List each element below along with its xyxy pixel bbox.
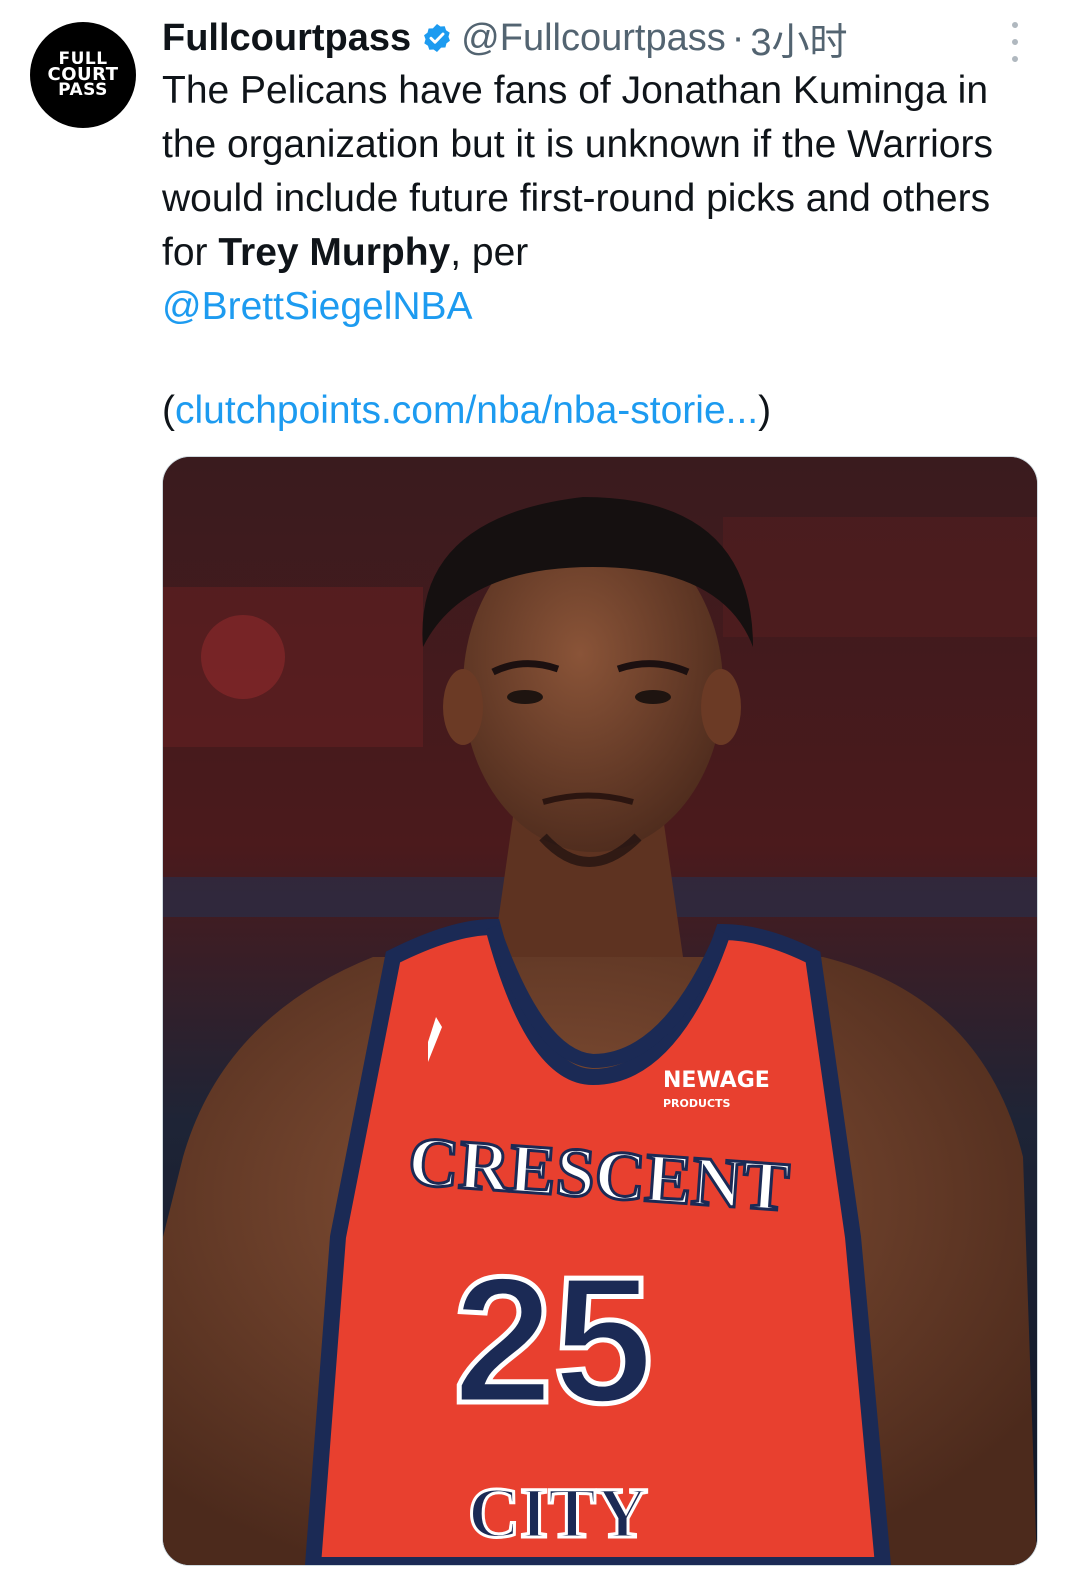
tweet-media-image[interactable]: NEWAGE PRODUCTS CRESCENT 25 CITY [162,456,1038,1566]
article-link[interactable]: clutchpoints.com/nba/nba-storie... [175,389,758,432]
avatar-text-line-3: PASS [58,80,108,101]
timestamp[interactable]: 3小时 [750,11,847,66]
avatar[interactable]: FULL COURT PASS [30,22,136,128]
article-link-line: (clutchpoints.com/nba/nba-storie...) [162,384,771,438]
more-options-icon[interactable] [1000,22,1030,62]
jersey-number: 25 [453,1240,653,1441]
separator-dot: · [731,16,745,59]
verified-badge-icon [424,24,451,52]
mention-link[interactable]: @BrettSiegelNBA [162,285,473,328]
jersey-word-bottom: CITY [468,1473,648,1553]
jersey-sponsor-line1: NEWAGE [663,1068,770,1093]
tweet-text-bold: Trey Murphy [218,231,451,274]
display-name[interactable]: Fullcourtpass [162,17,411,60]
tweet-text-part-2: , per [450,231,529,274]
handle[interactable]: @Fullcourtpass [461,17,726,60]
link-close-paren: ) [758,389,772,432]
link-open-paren: ( [162,389,175,432]
jersey-sponsor-line2: PRODUCTS [663,1097,731,1110]
tweet-header: Fullcourtpass @Fullcourtpass · 3小时 [162,12,848,64]
player-photo: NEWAGE PRODUCTS CRESCENT 25 CITY [163,457,1037,1565]
tweet-text: The Pelicans have fans of Jonathan Kumin… [162,64,1042,334]
